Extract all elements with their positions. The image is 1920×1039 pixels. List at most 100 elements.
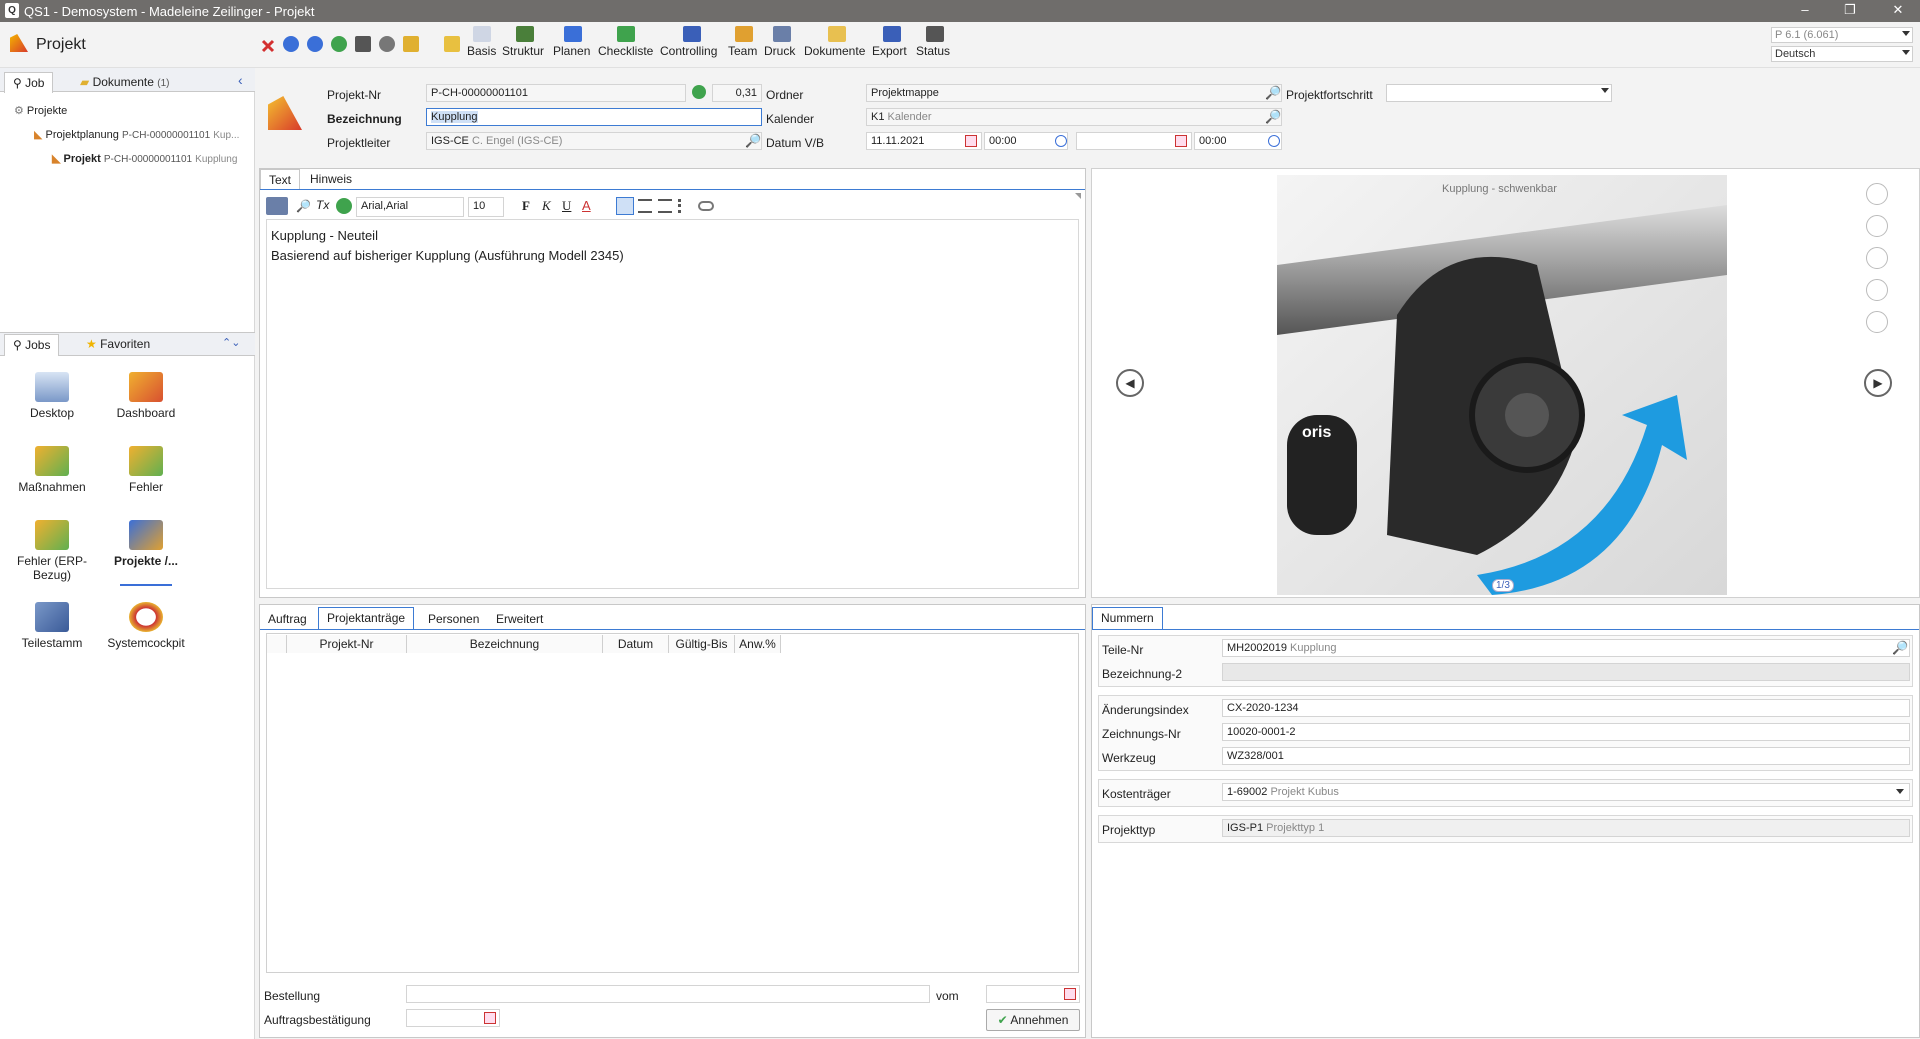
- tab-erweitert[interactable]: Erweitert: [488, 609, 551, 629]
- col-projekt-nr[interactable]: Projekt-Nr: [287, 635, 407, 653]
- calendar-icon[interactable]: [1175, 135, 1187, 147]
- toolbar-checkliste[interactable]: Checkliste: [598, 26, 654, 64]
- toolbar-controlling[interactable]: Controlling: [660, 26, 724, 64]
- job-desktop[interactable]: Desktop: [12, 372, 92, 420]
- teile-nr-field[interactable]: MH2002019 Kupplung: [1222, 639, 1910, 657]
- version-select[interactable]: P 6.1 (6.061): [1771, 27, 1913, 43]
- minimize-button[interactable]: –: [1795, 2, 1815, 17]
- align-center-icon[interactable]: [638, 199, 652, 213]
- col-datum[interactable]: Datum: [603, 635, 669, 653]
- tab-dokumente[interactable]: ▰ Dokumente (1): [72, 72, 178, 92]
- table-menu-icon[interactable]: [266, 197, 288, 215]
- tab-favoriten[interactable]: ★ Favoriten: [78, 334, 158, 354]
- search-icon[interactable]: 🔎: [1892, 640, 1908, 656]
- col-bezeichnung[interactable]: Bezeichnung: [407, 635, 603, 653]
- tab-text[interactable]: Text: [260, 169, 301, 189]
- calendar-icon[interactable]: [1064, 988, 1076, 1000]
- tab-personen[interactable]: Personen: [420, 609, 487, 629]
- previous-image-button[interactable]: ◀: [1116, 369, 1144, 397]
- rotate-icon[interactable]: [1866, 247, 1888, 269]
- toolbar-basis[interactable]: Basis: [467, 26, 497, 64]
- back-icon[interactable]: [283, 36, 299, 52]
- clear-format-icon[interactable]: Tx: [316, 198, 329, 212]
- clock-icon[interactable]: [1055, 135, 1067, 147]
- job-projekte[interactable]: Projekte /...: [106, 520, 186, 568]
- language-select[interactable]: Deutsch: [1771, 46, 1913, 62]
- underline-button[interactable]: U: [562, 198, 571, 214]
- annehmen-button[interactable]: ✔ Annehmen: [986, 1009, 1080, 1031]
- bezeichnung-field[interactable]: Kupplung: [426, 108, 762, 126]
- tree-root[interactable]: ⚙ Projekte: [14, 104, 67, 117]
- size-select[interactable]: 10: [468, 197, 504, 217]
- job-massnahmen[interactable]: Maßnahmen: [12, 446, 92, 494]
- forward-icon[interactable]: [307, 36, 323, 52]
- bezeichnung2-field[interactable]: [1222, 663, 1910, 681]
- projektleiter-field[interactable]: IGS-CE C. Engel (IGS-CE): [426, 132, 762, 150]
- zoom-in-icon[interactable]: [1866, 311, 1888, 333]
- tab-projektantraege[interactable]: Projektanträge: [318, 607, 415, 629]
- italic-button[interactable]: K: [542, 198, 551, 214]
- align-right-icon[interactable]: [658, 199, 672, 213]
- clock-icon[interactable]: [1268, 135, 1280, 147]
- bold-button[interactable]: F: [522, 198, 530, 214]
- tab-job[interactable]: ⚲ Job: [4, 72, 54, 93]
- tab-auftrag[interactable]: Auftrag: [260, 609, 315, 629]
- toolbar-planen[interactable]: Planen: [553, 26, 593, 64]
- find-icon[interactable]: 🔎: [296, 199, 311, 213]
- search-icon[interactable]: 🔎: [745, 133, 761, 149]
- play-icon[interactable]: [692, 85, 706, 99]
- font-select[interactable]: Arial,Arial: [356, 197, 464, 217]
- folder-menu-icon[interactable]: [403, 36, 419, 52]
- toolbar-status[interactable]: Status: [916, 26, 954, 64]
- calendar-icon[interactable]: [965, 135, 977, 147]
- document-icon[interactable]: [1866, 215, 1888, 237]
- restore-button[interactable]: ❐: [1840, 2, 1860, 18]
- close-window-button[interactable]: ✕: [1888, 2, 1908, 18]
- save-icon[interactable]: [355, 36, 371, 52]
- projekttyp-field[interactable]: IGS-P1 Projekttyp 1: [1222, 819, 1910, 837]
- werkzeug-field[interactable]: WZ328/001: [1222, 747, 1910, 765]
- link-icon[interactable]: [698, 201, 714, 211]
- grid-view-icon[interactable]: [1866, 183, 1888, 205]
- search-icon[interactable]: 🔎: [1265, 109, 1281, 125]
- tree-item-projektplanung[interactable]: ◣ Projektplanung P-CH-00000001101 Kup...: [34, 128, 239, 141]
- next-image-button[interactable]: ▶: [1864, 369, 1892, 397]
- kostentraeger-select[interactable]: 1-69002 Projekt Kubus: [1222, 783, 1910, 801]
- search-icon[interactable]: 🔎: [1265, 85, 1281, 101]
- job-dashboard[interactable]: Dashboard: [106, 372, 186, 420]
- list-icon[interactable]: [678, 199, 692, 213]
- job-teilestamm[interactable]: Teilestamm: [12, 602, 92, 650]
- kalender-field[interactable]: K1 Kalender: [866, 108, 1282, 126]
- zoom-out-icon[interactable]: [1866, 279, 1888, 301]
- tab-nummern[interactable]: Nummern: [1092, 607, 1163, 629]
- job-systemcockpit[interactable]: Systemcockpit: [106, 602, 186, 650]
- tree-item-projekt[interactable]: ◣ Projekt P-CH-00000001101 Kupplung: [52, 152, 237, 165]
- bestellung-field[interactable]: [406, 985, 930, 1003]
- align-left-icon[interactable]: [616, 197, 634, 215]
- font-color-button[interactable]: A: [582, 198, 591, 213]
- zeichnungs-nr-field[interactable]: 10020-0001-2: [1222, 723, 1910, 741]
- tab-hinweis[interactable]: Hinweis: [302, 169, 360, 189]
- cancel-icon[interactable]: [260, 38, 276, 54]
- projekt-nr-field[interactable]: P-CH-00000001101: [426, 84, 686, 102]
- job-fehler-erp[interactable]: Fehler (ERP-Bezug): [12, 520, 92, 582]
- col-gueltig-bis[interactable]: Gültig-Bis: [669, 635, 735, 653]
- col-anw[interactable]: Anw.%: [735, 635, 781, 653]
- refresh-icon[interactable]: [331, 36, 347, 52]
- job-fehler[interactable]: Fehler: [106, 446, 186, 494]
- editor-body[interactable]: Kupplung - Neuteil Basierend auf bisheri…: [266, 219, 1079, 589]
- notification-icon[interactable]: [444, 36, 460, 52]
- tab-jobs[interactable]: ⚲ Jobs: [4, 334, 60, 356]
- toolbar-struktur[interactable]: Struktur: [502, 26, 548, 64]
- fortschritt-select[interactable]: [1386, 84, 1612, 102]
- ordner-field[interactable]: Projektmappe: [866, 84, 1282, 102]
- toolbar-team[interactable]: Team: [728, 26, 760, 64]
- chevron-down-icon[interactable]: [1896, 789, 1904, 794]
- settings-icon[interactable]: [379, 36, 395, 52]
- globe-icon[interactable]: [336, 198, 352, 214]
- reorder-arrows-icon[interactable]: ⌃⌄: [222, 336, 240, 349]
- toolbar-export[interactable]: Export: [872, 26, 912, 64]
- toolbar-dokumente[interactable]: Dokumente: [804, 26, 870, 64]
- aenderungsindex-field[interactable]: CX-2020-1234: [1222, 699, 1910, 717]
- calendar-icon[interactable]: [484, 1012, 496, 1024]
